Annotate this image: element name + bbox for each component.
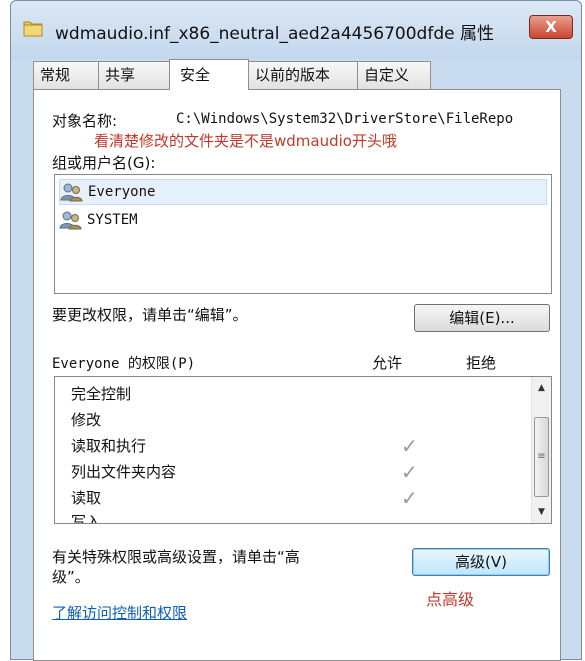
user-name: SYSTEM [87, 212, 138, 228]
permission-name: 读取和执行 [71, 437, 147, 455]
allow-check-icon: ✓ [401, 460, 418, 484]
user-name: Everyone [88, 184, 156, 200]
scroll-thumb[interactable]: ≡ [534, 417, 549, 497]
permission-row-read-execute: 读取和执行 ✓ [71, 433, 531, 459]
permission-row-full-control: 完全控制 [71, 381, 531, 407]
permissions-listbox[interactable]: 完全控制 修改 读取和执行 ✓ 列出文件夹内容 ✓ 读取 ✓ 写入 ▲ ≡ ▼ [54, 376, 552, 524]
tab-previous-versions[interactable]: 以前的版本 [248, 61, 358, 89]
permission-name: 完全控制 [71, 385, 132, 403]
security-panel: 对象名称: C:\Windows\System32\DriverStore\Fi… [33, 89, 561, 661]
annotation-folder-check: 看清楚修改的文件夹是不是wdmaudio开头哦 [94, 132, 397, 150]
users-icon [60, 183, 83, 202]
permission-row-read: 读取 ✓ [71, 485, 531, 511]
tab-general[interactable]: 常规 [33, 61, 99, 89]
object-name-label: 对象名称: [52, 112, 118, 130]
deny-header: 拒绝 [466, 354, 497, 372]
tab-security[interactable]: 安全 [169, 59, 249, 90]
list-item-system[interactable]: SYSTEM [59, 207, 138, 233]
tab-strip: 常规 共享 安全 以前的版本 自定义 [33, 59, 431, 90]
advanced-hint-line1: 有关特殊权限或高级设置，请单击“高 [52, 548, 300, 566]
edit-button-label: 编辑(E)... [449, 309, 515, 327]
learn-access-control-link[interactable]: 了解访问控制和权限 [52, 602, 187, 623]
advanced-button-label: 高级(V) [455, 553, 507, 571]
users-listbox[interactable]: Everyone SYSTEM [54, 174, 552, 294]
groups-label: 组或用户名(G): [52, 154, 156, 172]
permission-name: 修改 [71, 411, 102, 429]
permission-name: 写入 [71, 513, 102, 524]
advanced-hint-line2: 级”。 [52, 568, 90, 586]
permission-row-write: 写入 [71, 509, 531, 524]
list-item-everyone[interactable]: Everyone [59, 179, 547, 205]
properties-window: wdmaudio.inf_x86_neutral_aed2a4456700dfd… [10, 0, 582, 661]
close-button[interactable]: X [529, 15, 573, 39]
tab-sharing[interactable]: 共享 [98, 61, 170, 89]
title-bar[interactable]: wdmaudio.inf_x86_neutral_aed2a4456700dfd… [11, 1, 581, 59]
permissions-scrollbar[interactable]: ▲ ≡ ▼ [531, 377, 551, 523]
allow-check-icon: ✓ [401, 434, 418, 458]
change-permissions-hint: 要更改权限，请单击“编辑”。 [52, 306, 248, 324]
permissions-label: Everyone 的权限(P) [52, 356, 196, 372]
allow-check-icon: ✓ [401, 486, 418, 510]
users-icon [59, 211, 82, 230]
annotation-click-advanced: 点高级 [426, 590, 475, 609]
object-name-value: C:\Windows\System32\DriverStore\FileRepo [176, 111, 514, 127]
tab-customize[interactable]: 自定义 [357, 61, 431, 89]
edit-button[interactable]: 编辑(E)... [414, 304, 550, 332]
permission-row-list-folder: 列出文件夹内容 ✓ [71, 459, 531, 485]
window-title: wdmaudio.inf_x86_neutral_aed2a4456700dfd… [55, 24, 494, 44]
advanced-button[interactable]: 高级(V) [412, 548, 550, 576]
scroll-down-icon[interactable]: ▼ [532, 503, 551, 521]
permission-name: 读取 [71, 489, 102, 507]
folder-icon [23, 21, 43, 37]
permission-name: 列出文件夹内容 [71, 463, 177, 481]
scroll-up-icon[interactable]: ▲ [532, 379, 551, 397]
allow-header: 允许 [372, 354, 403, 372]
permission-row-modify: 修改 [71, 407, 531, 433]
